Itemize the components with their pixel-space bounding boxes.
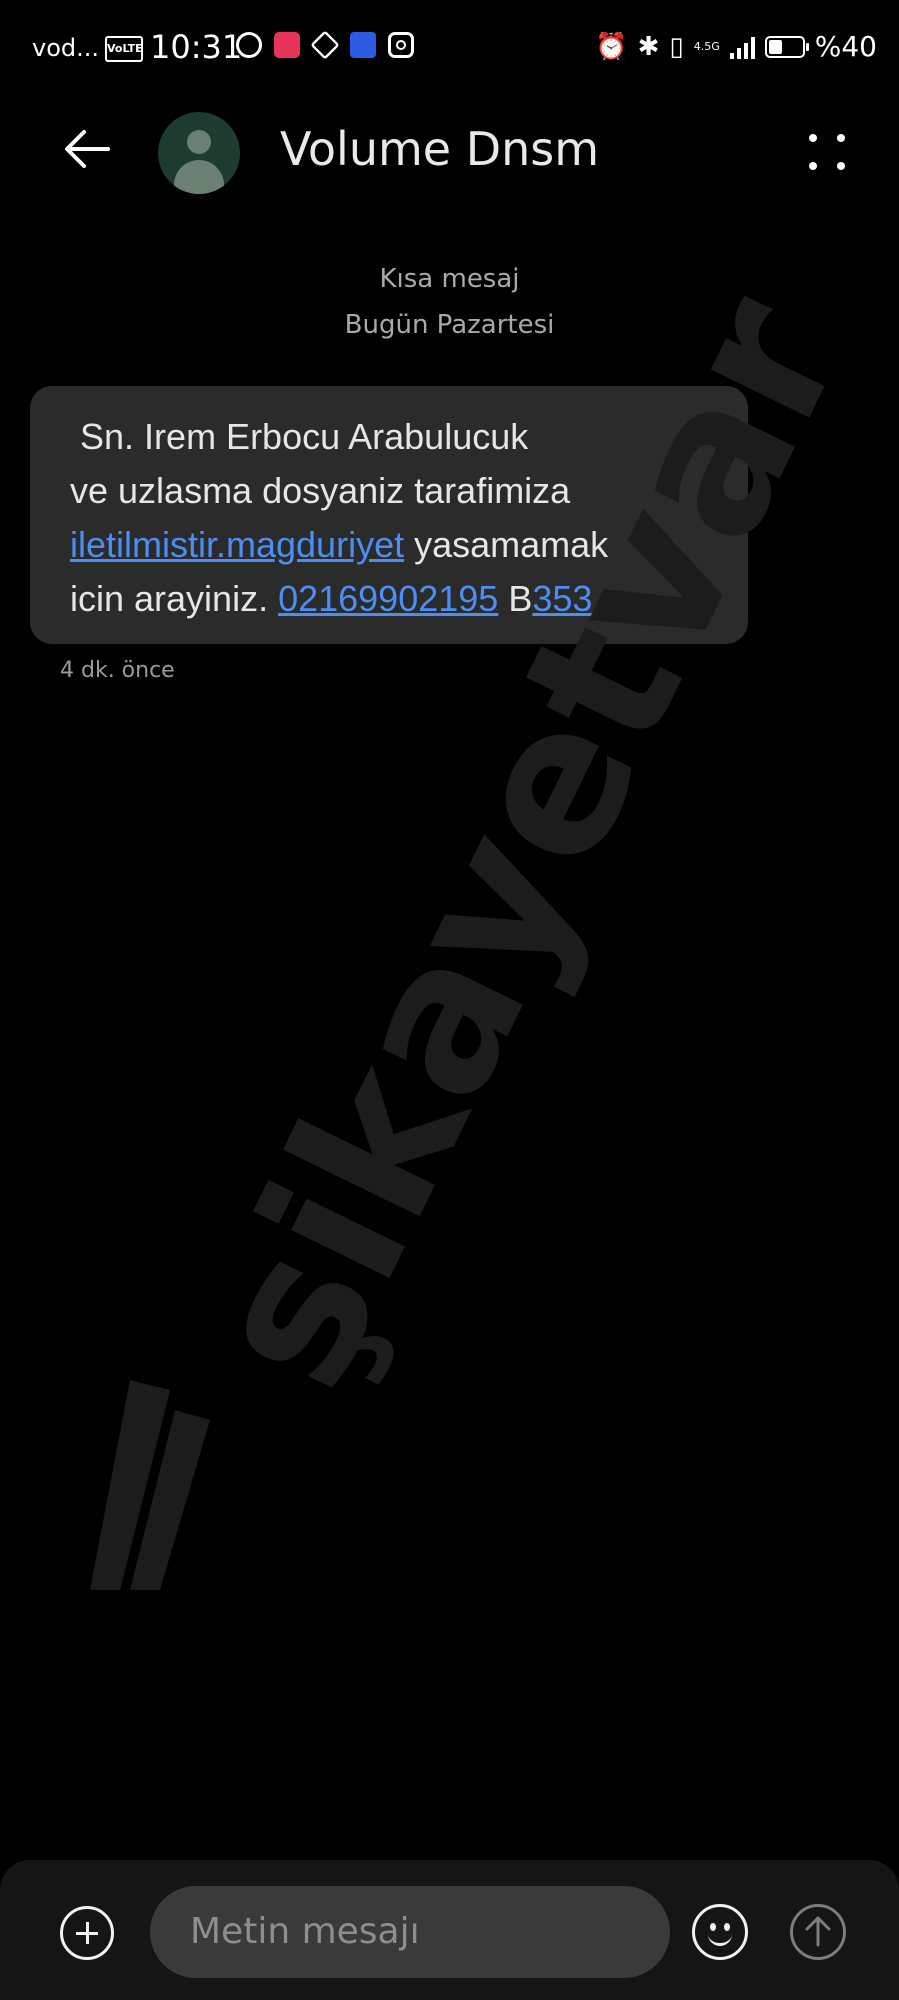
message-channel-label: Kısa mesaj (379, 264, 520, 294)
vibrate-icon: ▯ (669, 31, 684, 62)
send-arrow-icon (805, 1916, 831, 1947)
battery-level (768, 39, 782, 54)
message-input[interactable]: Metin mesajı (150, 1886, 670, 1978)
message-text: Sn. Irem Erbocu Arabulucuk ve uzlasma do… (70, 410, 750, 626)
watermark-mark-icon (90, 1380, 210, 1590)
instagram-icon (388, 32, 414, 58)
notification-icons (236, 30, 414, 60)
flag-app-icon (350, 32, 376, 58)
send-button[interactable] (790, 1904, 846, 1960)
system-icons: ⏰ ✱ ▯ 4.5G %40 (595, 30, 877, 63)
message-text-part: Sn. Irem Erbocu Arabulucuk ve uzlasma do… (70, 416, 571, 511)
watermark-logo: şikayetvar (90, 262, 888, 1590)
battery-percent: %40 (814, 30, 877, 63)
heart-app-icon (310, 30, 340, 60)
more-options-button[interactable] (805, 130, 849, 174)
conversation-header: Volume Dnsm (0, 100, 899, 210)
whatsapp-icon (236, 32, 262, 58)
contact-name[interactable]: Volume Dnsm (280, 122, 599, 176)
shopping-bag-icon (274, 32, 300, 58)
signal-icon (729, 35, 755, 59)
emoji-button[interactable] (692, 1904, 748, 1960)
status-bar: vod... VoLTE 10:31 ⏰ ✱ ▯ 4.5G %40 (0, 0, 899, 100)
message-timestamp: 4 dk. önce (60, 658, 175, 683)
more-dots-icon (809, 134, 817, 142)
back-button[interactable] (58, 124, 118, 174)
contact-avatar[interactable] (158, 112, 240, 194)
alarm-icon: ⏰ (595, 31, 628, 62)
carrier-name: vod... (32, 34, 100, 62)
bluetooth-icon: ✱ (637, 31, 660, 62)
composer-bar: Metin mesajı (0, 1860, 899, 2000)
back-arrow-icon (65, 130, 110, 168)
message-code-link[interactable]: 353 (532, 578, 592, 619)
avatar-person-icon (187, 130, 211, 154)
status-time: 10:31 (150, 28, 243, 66)
message-text-part: B (498, 578, 533, 619)
message-phone-link[interactable]: 02169902195 (278, 578, 498, 619)
message-bubble[interactable]: Sn. Irem Erbocu Arabulucuk ve uzlasma do… (30, 386, 748, 644)
volte-badge: VoLTE (105, 36, 143, 62)
conversation-date: Bugün Pazartesi (344, 310, 555, 340)
add-attachment-button[interactable] (60, 1906, 114, 1960)
battery-icon (764, 35, 809, 58)
network-type: 4.5G (693, 40, 720, 53)
message-link[interactable]: iletilmistir.magduriyet (70, 524, 404, 565)
